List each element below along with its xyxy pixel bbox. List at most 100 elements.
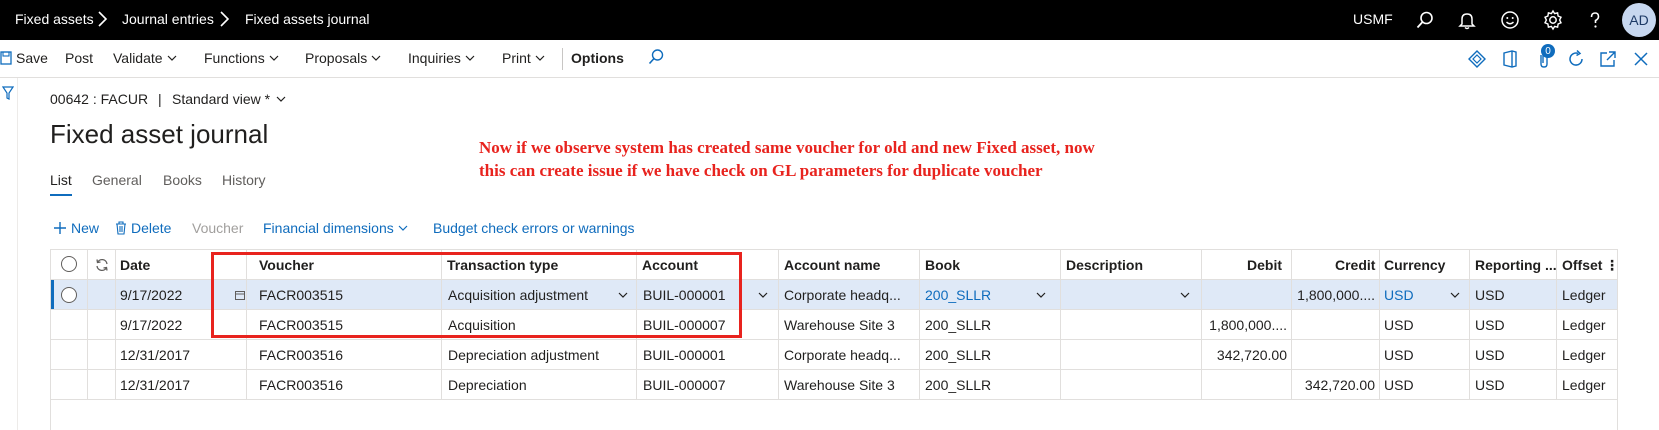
select-all-radio[interactable] <box>61 256 77 272</box>
user-avatar[interactable]: AD <box>1622 3 1656 37</box>
action-search-icon[interactable] <box>647 48 665 66</box>
save-button[interactable]: Save <box>0 50 48 66</box>
cell-offset[interactable]: Ledger <box>1562 287 1617 303</box>
functions-menu[interactable]: Functions <box>204 50 279 66</box>
cell-voucher[interactable]: FACR003516 <box>259 347 437 363</box>
cell-debit[interactable]: 1,800,000.... <box>1205 317 1287 333</box>
feedback-smiley-icon[interactable] <box>1498 8 1522 32</box>
cell-book[interactable]: 200_SLLR <box>925 287 1025 303</box>
tab-history[interactable]: History <box>222 172 266 188</box>
row-select-radio[interactable] <box>61 287 77 303</box>
help-question-icon[interactable] <box>1583 8 1607 32</box>
column-header-offset[interactable]: Offset <box>1562 257 1602 273</box>
column-header-credit[interactable]: Credit <box>1335 257 1375 273</box>
breadcrumb-fixed-assets[interactable]: Fixed assets <box>15 11 94 27</box>
new-button[interactable]: New <box>53 220 99 236</box>
cell-book[interactable]: 200_SLLR <box>925 347 1055 363</box>
breadcrumb-journal-entries[interactable]: Journal entries <box>122 11 214 27</box>
cell-divider <box>1469 280 1470 309</box>
cell-date[interactable]: 12/31/2017 <box>120 347 242 363</box>
power-apps-icon[interactable] <box>1466 48 1488 70</box>
column-header-account-name[interactable]: Account name <box>784 257 880 273</box>
column-header-reporting[interactable]: Reporting ... <box>1475 257 1557 273</box>
cell-account-name[interactable]: Corporate headq... <box>784 287 916 303</box>
cell-book[interactable]: 200_SLLR <box>925 317 1055 333</box>
proposals-menu[interactable]: Proposals <box>305 50 381 66</box>
tab-list[interactable]: List <box>50 172 72 188</box>
company-selector[interactable]: USMF <box>1353 11 1393 27</box>
chevron-down-icon[interactable] <box>757 289 769 301</box>
column-header-description[interactable]: Description <box>1066 257 1143 273</box>
financial-dimensions-menu[interactable]: Financial dimensions <box>263 220 408 236</box>
column-header-currency[interactable]: Currency <box>1384 257 1445 273</box>
filter-icon[interactable] <box>2 86 14 100</box>
chevron-down-icon[interactable] <box>1179 289 1191 301</box>
view-separator: | <box>158 91 162 107</box>
delete-button[interactable]: Delete <box>115 220 171 236</box>
cell-voucher[interactable]: FACR003516 <box>259 377 437 393</box>
cell-currency[interactable]: USD <box>1384 347 1464 363</box>
cell-offset[interactable]: Ledger <box>1562 347 1617 363</box>
cell-reporting-currency[interactable]: USD <box>1475 317 1553 333</box>
cell-transaction-type[interactable]: Depreciation <box>448 377 633 393</box>
cell-divider <box>1379 370 1380 399</box>
refresh-icon[interactable] <box>1565 48 1587 70</box>
cell-divider <box>87 310 88 339</box>
chevron-down-icon <box>371 55 381 61</box>
column-header-book[interactable]: Book <box>925 257 960 273</box>
options-tab[interactable]: Options <box>571 50 624 66</box>
view-selector[interactable]: Standard view * <box>172 91 286 107</box>
cell-account[interactable]: BUIL-000001 <box>643 347 773 363</box>
office-icon[interactable] <box>1499 48 1521 70</box>
breadcrumb-fixed-assets-journal[interactable]: Fixed assets journal <box>245 11 370 27</box>
refresh-rows-icon[interactable] <box>94 257 110 273</box>
cell-reporting-currency[interactable]: USD <box>1475 287 1553 303</box>
post-button[interactable]: Post <box>65 50 93 66</box>
cell-book[interactable]: 200_SLLR <box>925 377 1055 393</box>
cell-divider <box>1201 370 1202 399</box>
close-icon[interactable] <box>1630 48 1652 70</box>
cell-account-name[interactable]: Warehouse Site 3 <box>784 317 916 333</box>
cell-transaction-type[interactable]: Depreciation adjustment <box>448 347 633 363</box>
column-divider <box>1556 250 1557 280</box>
search-icon[interactable] <box>1413 8 1437 32</box>
column-header-date[interactable]: Date <box>120 257 150 273</box>
cell-date[interactable]: 12/31/2017 <box>120 377 242 393</box>
table-row[interactable]: 12/31/2017 FACR003516 Depreciation BUIL-… <box>51 370 1617 400</box>
cell-divider <box>87 280 88 309</box>
cell-debit[interactable]: 342,720.00 <box>1205 347 1287 363</box>
cell-offset[interactable]: Ledger <box>1562 317 1617 333</box>
cell-currency[interactable]: USD <box>1384 377 1464 393</box>
cell-credit[interactable]: 342,720.00 <box>1295 377 1375 393</box>
validate-menu[interactable]: Validate <box>113 50 177 66</box>
column-header-debit[interactable]: Debit <box>1247 257 1282 273</box>
inquiries-menu[interactable]: Inquiries <box>408 50 475 66</box>
table-row[interactable]: 12/31/2017 FACR003516 Depreciation adjus… <box>51 340 1617 370</box>
attachments-count-badge: 0 <box>1541 44 1555 58</box>
cell-account[interactable]: BUIL-000007 <box>643 377 773 393</box>
budget-check-button[interactable]: Budget check errors or warnings <box>433 220 635 236</box>
tab-books[interactable]: Books <box>163 172 202 188</box>
more-options-icon[interactable]: ⋮ <box>1605 257 1619 274</box>
chevron-down-icon[interactable] <box>1035 289 1047 301</box>
cell-offset[interactable]: Ledger <box>1562 377 1617 393</box>
cell-divider <box>1060 310 1061 339</box>
cell-credit[interactable]: 1,800,000.... <box>1295 287 1375 303</box>
print-menu[interactable]: Print <box>502 50 545 66</box>
notifications-bell-icon[interactable] <box>1455 8 1479 32</box>
cell-currency[interactable]: USD <box>1384 317 1464 333</box>
selected-row-marker <box>51 280 54 309</box>
cell-reporting-currency[interactable]: USD <box>1475 347 1553 363</box>
cell-currency[interactable]: USD <box>1384 287 1434 303</box>
tab-general[interactable]: General <box>92 172 142 188</box>
cell-reporting-currency[interactable]: USD <box>1475 377 1553 393</box>
page-title: Fixed asset journal <box>50 119 269 149</box>
cell-divider <box>1291 310 1292 339</box>
open-new-window-icon[interactable] <box>1597 48 1619 70</box>
voucher-button[interactable]: Voucher <box>192 220 243 236</box>
cell-account-name[interactable]: Warehouse Site 3 <box>784 377 916 393</box>
cell-account-name[interactable]: Corporate headq... <box>784 347 916 363</box>
top-navigation-bar: Fixed assets Journal entries Fixed asset… <box>0 0 1659 40</box>
chevron-down-icon[interactable] <box>1449 289 1461 301</box>
settings-gear-icon[interactable] <box>1541 8 1565 32</box>
